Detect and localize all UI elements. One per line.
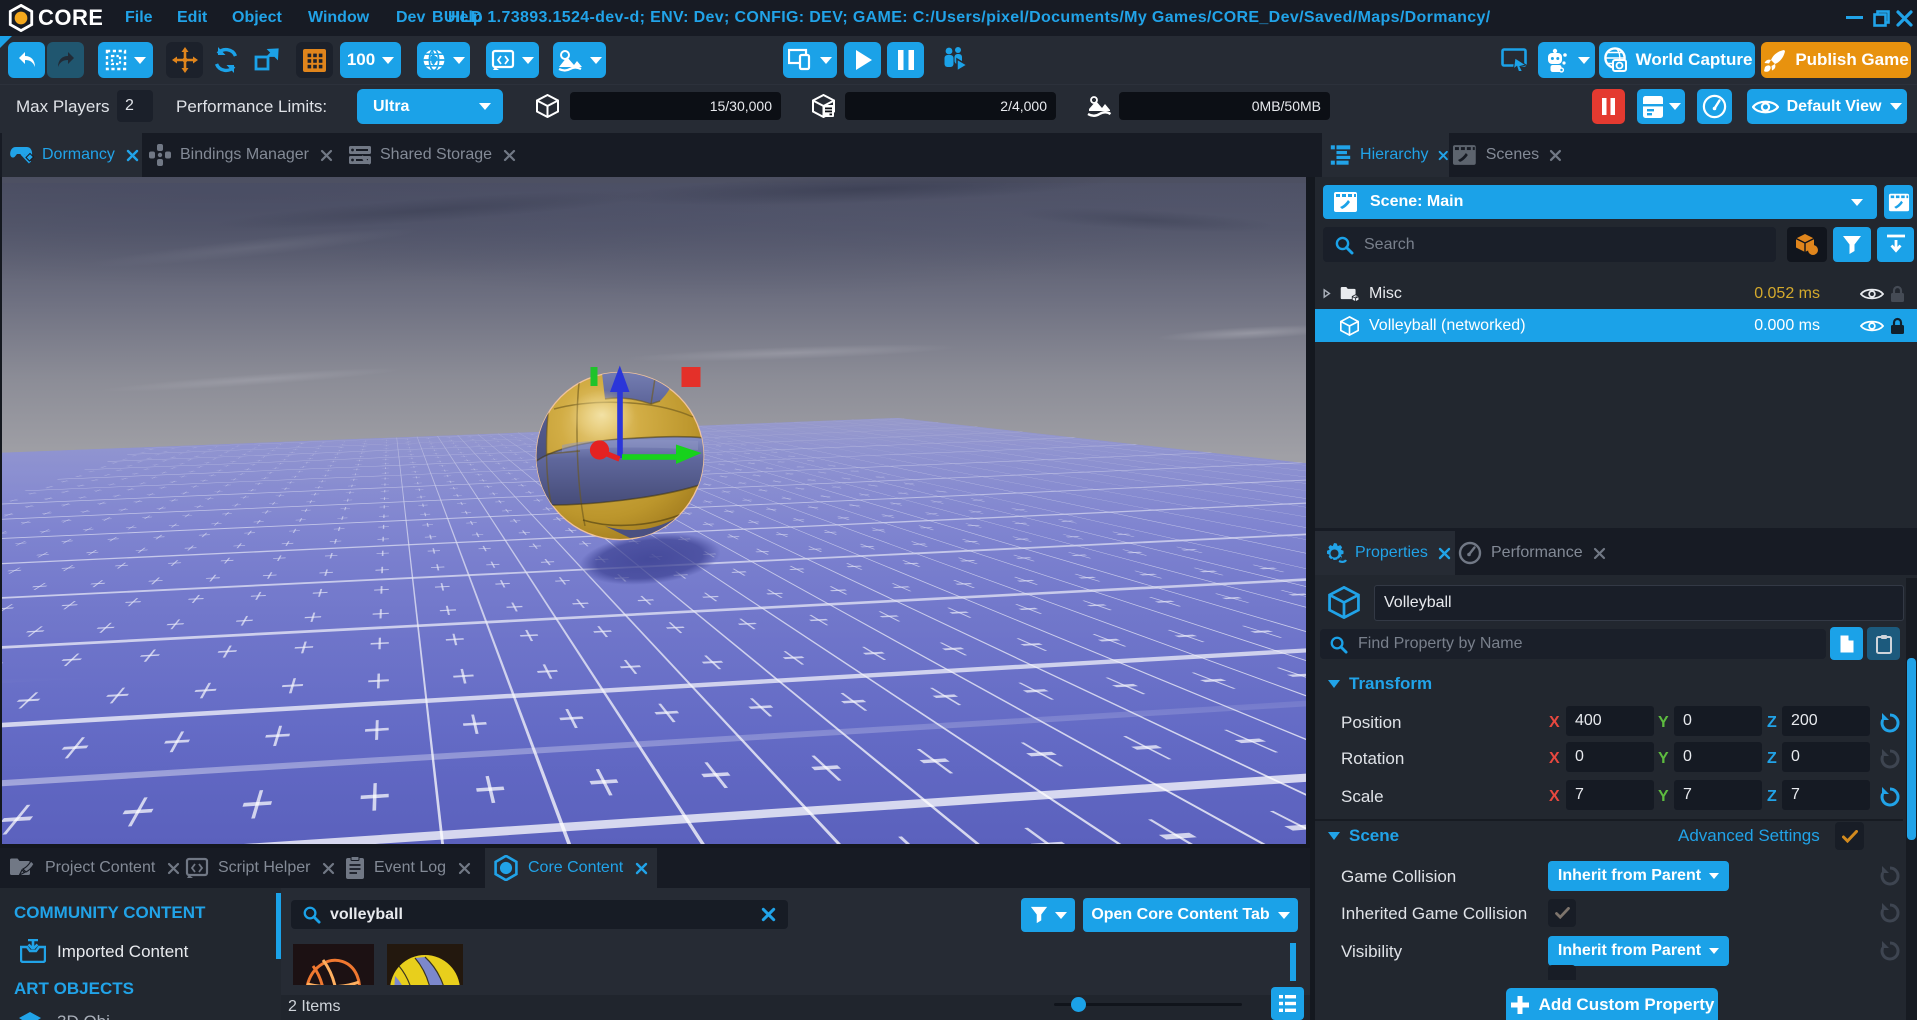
svg-text:CORE: CORE — [38, 6, 102, 30]
